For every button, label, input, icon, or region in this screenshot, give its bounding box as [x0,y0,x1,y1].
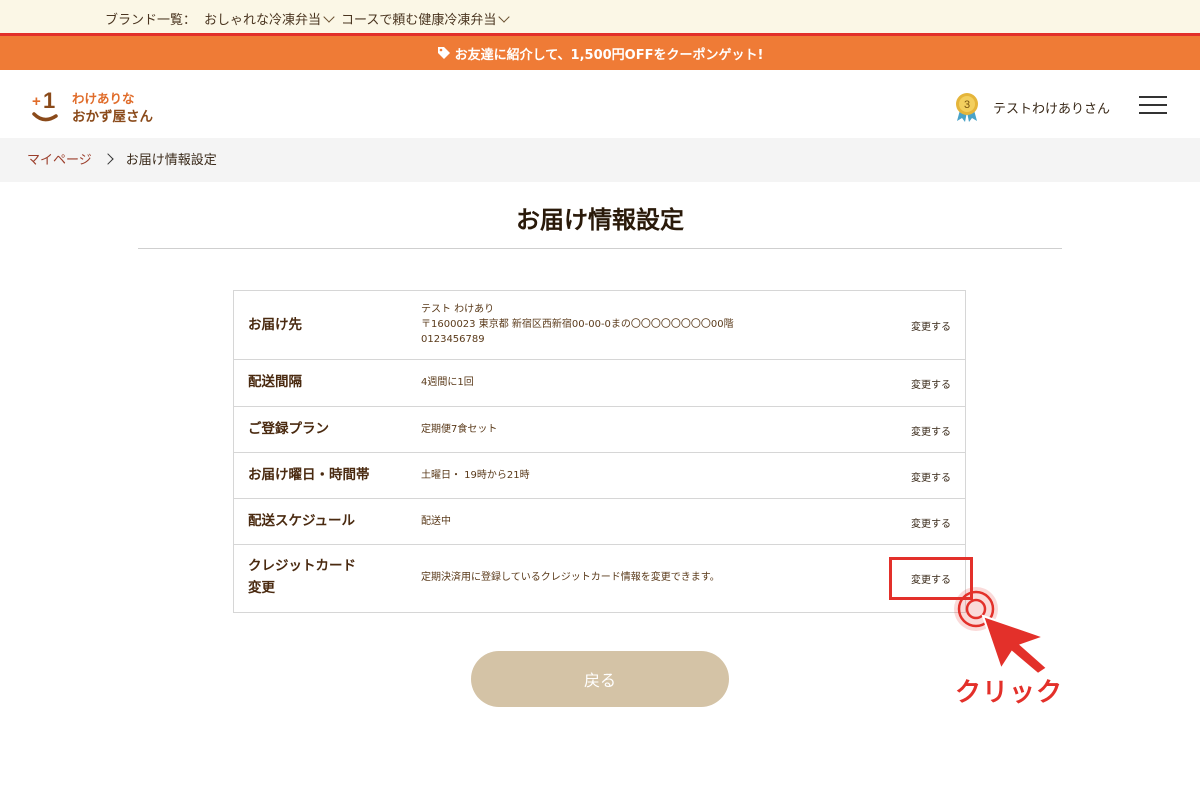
click-cursor-icon [954,587,1049,674]
rank-badge-icon: 3 [956,93,978,122]
breadcrumb-mypage-link[interactable]: マイページ [27,149,92,168]
user-name: テストわけありさん [993,101,1111,117]
menu-icon[interactable] [1139,96,1167,114]
title-divider [138,248,1062,249]
change-button[interactable]: 変更する [911,376,951,391]
svg-text:+: + [32,93,41,110]
row-value: 土曜日・ 19時から21時 [421,470,530,481]
brand-bar: ブランド一覧： おしゃれな冷凍弁当 コースで頼む健康冷凍弁当 [0,0,1200,36]
change-button[interactable]: 変更する [911,318,951,333]
row-delivery-day-time: お届け曜日・時間帯 土曜日・ 19時から21時 変更する [234,453,965,499]
brand-list-prefix: ブランド一覧： [105,13,197,28]
logo-text-line1: わけありな [72,91,135,106]
address-phone: 0123456789 [421,334,485,345]
brand-menu-label: コースで頼む健康冷凍弁当 [341,13,497,28]
address-line: 〒1600023 東京都 新宿区西新宿00-00-0まの〇〇〇〇〇〇〇〇00階 [421,319,734,330]
logo-text-line2: おかず屋さん [72,108,153,125]
breadcrumb: マイページ お届け情報設定 [27,149,217,168]
chevron-right-icon [102,152,114,165]
row-label: 配送間隔 [248,374,302,390]
logo-mark: + 1 わけありな おかず屋さん [32,88,153,125]
promo-text: お友達に紹介して、1,500円OFFをクーポンゲット! [454,47,764,63]
change-button[interactable]: 変更する [911,515,951,530]
chevron-down-icon [498,11,511,23]
row-label: お届け曜日・時間帯 [248,467,370,483]
row-value: 定期決済用に登録しているクレジットカード情報を変更できます。 [421,572,720,583]
svg-text:1: 1 [43,88,55,113]
user-area[interactable]: 3 テストわけありさん [953,92,1110,122]
promo-banner[interactable]: お友達に紹介して、1,500円OFFをクーポンゲット! [0,36,1200,70]
row-label: お届け先 [248,317,302,333]
row-value: 4週間に1回 [421,377,474,388]
chevron-down-icon [323,11,335,23]
row-label-line: クレジットカード [248,558,356,574]
row-credit-card: クレジットカード 変更 定期決済用に登録しているクレジットカード情報を変更できま… [234,545,965,612]
row-delivery-schedule: 配送スケジュール 配送中 変更する [234,499,965,545]
click-annotation-label: クリック [955,678,1064,708]
breadcrumb-current: お届け情報設定 [125,153,217,168]
back-button[interactable]: 戻る [471,651,729,707]
brand-menu-label: おしゃれな冷凍弁当 [204,13,322,28]
change-button[interactable]: 変更する [911,469,951,484]
delivery-settings-table: お届け先 テスト わけあり 〒1600023 東京都 新宿区西新宿00-00-0… [233,290,966,613]
change-button[interactable]: 変更する [911,423,951,438]
page-title: お届け情報設定 [516,206,684,234]
row-label: ご登録プラン [248,421,329,437]
row-value: 配送中 [421,516,451,527]
rank-number: 3 [964,99,970,111]
row-value: テスト わけあり 〒1600023 東京都 新宿区西新宿00-00-0まの〇〇〇… [421,302,734,347]
site-logo[interactable]: + 1 わけありな おかず屋さん [30,86,155,126]
brand-menu-item-1[interactable]: コースで頼む健康冷凍弁当 [341,9,511,28]
row-delivery-interval: 配送間隔 4週間に1回 変更する [234,360,965,407]
row-registered-plan: ご登録プラン 定期便7食セット 変更する [234,407,965,453]
tag-icon [437,47,450,59]
row-label-line: 変更 [248,580,275,596]
row-label: クレジットカード 変更 [248,555,356,599]
brand-menu-item-0[interactable]: おしゃれな冷凍弁当 [204,9,335,28]
row-delivery-address: お届け先 テスト わけあり 〒1600023 東京都 新宿区西新宿00-00-0… [234,291,965,360]
address-name: テスト わけあり [421,304,495,315]
row-label: 配送スケジュール [248,513,356,529]
row-value: 定期便7食セット [421,424,498,435]
